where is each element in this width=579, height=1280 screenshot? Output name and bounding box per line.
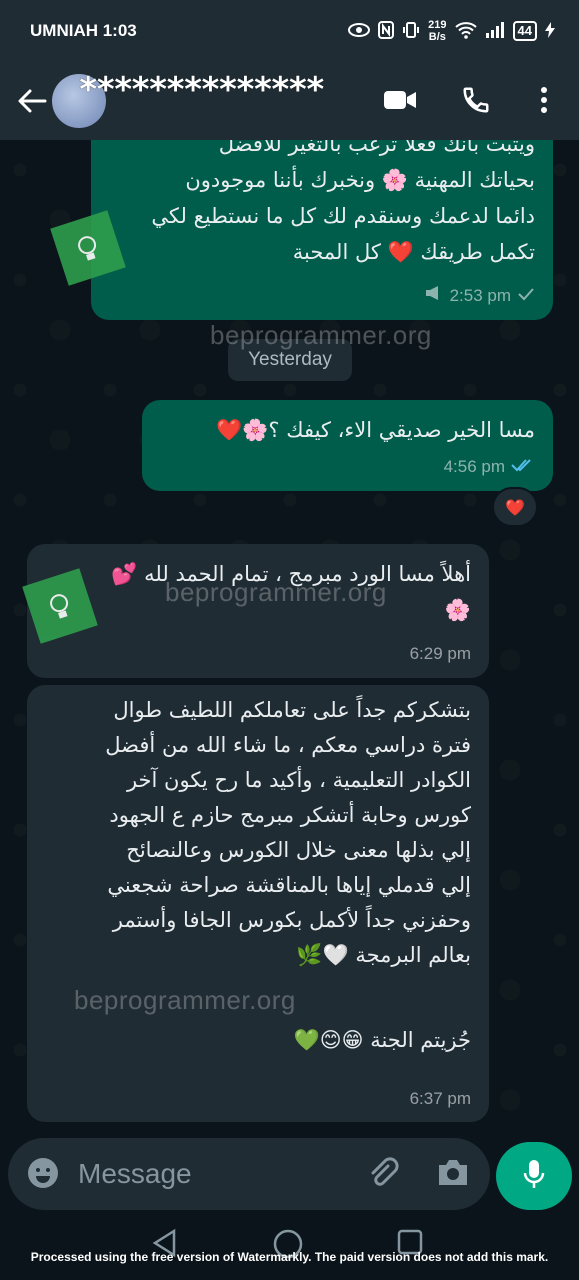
single-tick-icon (517, 278, 535, 314)
message-line: كورس وحابة أتشكر مبرمج حازم ع الجهود (109, 803, 471, 827)
network-speed: 219 B/s (428, 19, 446, 43)
camera-icon[interactable] (436, 1157, 470, 1191)
message-line: ويثبت بأنك فعلا ترغب بالتغير للأفضل (218, 140, 535, 156)
message-input[interactable]: Message (78, 1158, 192, 1190)
wifi-icon (454, 21, 477, 42)
message-outgoing[interactable]: مسا الخير صديقي الاء، كيفك ؟🌸❤️ 4:56 pm (142, 400, 553, 491)
attachment-icon[interactable] (366, 1156, 400, 1194)
message-line: بعالم البرمجة 🤍🌿 (296, 943, 471, 967)
video-call-icon[interactable] (378, 78, 422, 122)
message-meta: 2:53 pm (424, 278, 535, 314)
mic-icon (523, 1158, 545, 1194)
mic-button[interactable] (496, 1142, 572, 1210)
message-line: إلي بذلها معنى خلال الكورس وعالنصائح (126, 838, 471, 862)
message-time: 6:29 pm (409, 644, 471, 663)
message-incoming[interactable]: بتشكركم جداً على تعاملكم اللطيف طوال فتر… (27, 685, 489, 1122)
message-outgoing[interactable]: ويثبت بأنك فعلا ترغب بالتغير للأفضل بحيا… (91, 140, 553, 320)
message-line: بحياتك المهنية 🌸 ونخبرك بأننا موجودون (185, 168, 535, 192)
watermark-footer-note: Processed using the free version of Wate… (30, 1250, 549, 1264)
nfc-icon (378, 20, 395, 42)
megaphone-icon (424, 278, 444, 314)
message-meta: 6:37 pm (410, 1081, 471, 1116)
chat-header: ************** (0, 62, 579, 140)
watermark-text: beprogrammer.org (74, 985, 296, 1015)
battery-level: 44 (512, 21, 537, 41)
speed-unit: B/s (428, 31, 446, 43)
message-text: مسا الخير صديقي الاء، كيفك ؟🌸❤️ (216, 418, 535, 442)
watermark-text: beprogrammer.org (165, 577, 387, 607)
message-input-bar[interactable]: Message (8, 1138, 490, 1210)
message-time: 4:56 pm (443, 457, 505, 476)
message-closing: جُزيتم الجنة 😁😊💚 (293, 1028, 471, 1052)
vibrate-icon (402, 21, 420, 42)
message-time: 2:53 pm (449, 286, 511, 305)
message-line: تكمل طريقك ❤️ كل المحبة (292, 240, 535, 264)
message-meta: 4:56 pm (444, 449, 535, 485)
message-time: 6:37 pm (409, 1089, 471, 1108)
carrier-time: UMNIAH 1:03 (30, 21, 137, 40)
signal-icon (485, 21, 505, 41)
more-options-icon[interactable] (522, 78, 566, 122)
back-arrow-icon[interactable] (8, 77, 56, 125)
eye-icon (348, 22, 371, 40)
phone-call-icon[interactable] (454, 78, 498, 122)
message-line: الكوادر التعليمية ، وأكيد ما رح يكون آخر (126, 768, 471, 792)
reaction-badge[interactable]: ❤️ (492, 487, 538, 527)
message-line: بتشكركم جداً على تعاملكم اللطيف طوال (113, 698, 471, 722)
message-line: فترة دراسي معكم ، ما شاء الله من أفضل (105, 733, 471, 757)
status-icons: 219 B/s 44 (348, 19, 555, 43)
speed-value: 219 (428, 19, 447, 31)
message-line: إلي قدملي إياها بالمناقشة صراحة شجعني (107, 873, 471, 897)
message-incoming[interactable]: أهلاً مسا الورد مبرمج ، تمام الحمد لله 💕… (27, 544, 489, 678)
system-nav-bar (0, 1210, 579, 1280)
message-meta: 6:29 pm (410, 636, 471, 672)
message-line: دائما لدعمك وسنقدم لك كل ما نستطيع لكي (151, 204, 535, 228)
reaction-emoji: ❤️ (505, 497, 525, 517)
watermark-text: beprogrammer.org (210, 320, 432, 350)
charging-icon (545, 21, 555, 41)
chat-area[interactable]: ويثبت بأنك فعلا ترغب بالتغير للأفضل بحيا… (0, 140, 579, 1140)
contact-name[interactable]: ************** (78, 70, 326, 110)
status-bar: UMNIAH 1:03 219 B/s 44 (0, 0, 579, 62)
message-line: وحفزني جداً لأكمل بكورس الجافا وأستمر (112, 908, 471, 932)
double-tick-read-icon (511, 449, 535, 485)
emoji-icon[interactable] (26, 1156, 60, 1194)
